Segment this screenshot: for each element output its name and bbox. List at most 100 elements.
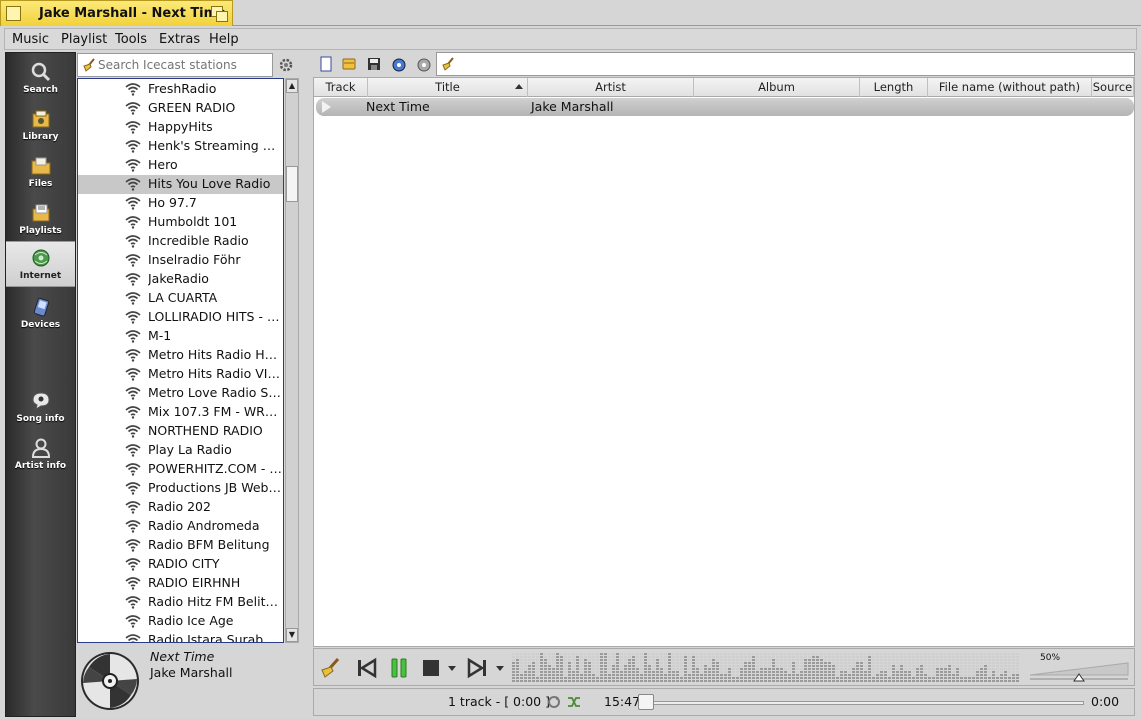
list-item[interactable]: Play La Radio <box>78 441 283 460</box>
sidebar-item-search[interactable]: Search <box>6 56 75 102</box>
playlist-filter-box[interactable] <box>436 52 1135 76</box>
stop-icon[interactable] <box>418 655 444 681</box>
list-item[interactable]: Metro Hits Radio HD -... <box>78 346 283 365</box>
shuffle-icon[interactable] <box>566 694 582 710</box>
list-item[interactable]: JakeRadio <box>78 270 283 289</box>
station-list[interactable]: FreshRadio GREEN RADIO HappyHits Henk's Str… <box>77 78 284 643</box>
analyzer-bar <box>576 677 579 679</box>
list-item[interactable]: Radio BFM Belitung <box>78 536 283 555</box>
save-playlist-icon[interactable] <box>365 55 383 73</box>
analyzer-bar <box>560 668 563 670</box>
sidebar-item-files[interactable]: Files <box>6 150 75 196</box>
playlist-disc-gray-icon[interactable] <box>415 55 433 73</box>
sidebar-item-song-info[interactable]: Song info <box>6 385 75 431</box>
next-track-icon[interactable] <box>464 655 490 681</box>
list-item[interactable]: RADIO CITY <box>78 555 283 574</box>
menu-extras[interactable]: Extras <box>159 32 200 47</box>
station-name: JakeRadio <box>148 271 209 286</box>
list-item[interactable]: Inselradio Föhr <box>78 251 283 270</box>
menu-tools[interactable]: Tools <box>115 32 147 47</box>
list-item[interactable]: POWERHITZ.COM - T... <box>78 460 283 479</box>
column-artist[interactable]: Artist <box>528 78 694 97</box>
previous-track-icon[interactable] <box>354 655 380 681</box>
stop-options-arrow-icon[interactable] <box>446 655 458 681</box>
list-item[interactable]: Radio Andromeda <box>78 517 283 536</box>
column-title[interactable]: Title <box>368 78 528 97</box>
scroll-down-arrow-icon[interactable]: ▼ <box>286 628 298 642</box>
sidebar-item-devices[interactable]: Devices <box>6 291 75 337</box>
now-playing-widget[interactable]: Next Time Jake Marshall <box>77 645 299 717</box>
column-track[interactable]: Track <box>314 78 368 97</box>
list-item[interactable]: Radio Istara Surabaya <box>78 631 283 642</box>
clear-playlist-broom-icon[interactable] <box>318 655 344 681</box>
scroll-up-arrow-icon[interactable]: ▲ <box>286 79 298 93</box>
list-item[interactable]: Humboldt 101 <box>78 213 283 232</box>
panel-splitter[interactable] <box>304 52 309 717</box>
column-album[interactable]: Album <box>694 78 860 97</box>
list-item[interactable]: FreshRadio <box>78 80 283 99</box>
column-filename[interactable]: File name (without path) <box>928 78 1092 97</box>
window-menu-icon[interactable] <box>6 6 21 21</box>
menu-music[interactable]: Music <box>12 32 49 47</box>
playlist-table[interactable]: Track Title Artist Album Length File nam… <box>313 77 1135 647</box>
sidebar-item-artist-info[interactable]: Artist info <box>6 432 75 478</box>
load-playlist-icon[interactable] <box>340 55 358 73</box>
list-item[interactable]: LA CUARTA <box>78 289 283 308</box>
list-item[interactable]: Mix 107.3 FM - WRQX <box>78 403 283 422</box>
analyzer-bar <box>912 680 915 682</box>
volume-slider[interactable]: 50% <box>1026 653 1132 683</box>
list-item[interactable]: Ho 97.7 <box>78 194 283 213</box>
settings-gear-icon[interactable] <box>277 56 295 74</box>
sidebar-item-playlists[interactable]: Playlists <box>6 197 75 243</box>
list-item[interactable]: Henk's Streaming Au... <box>78 137 283 156</box>
playlist-disc-icon[interactable] <box>390 55 408 73</box>
list-item[interactable]: Radio Ice Age <box>78 612 283 631</box>
spectrum-analyzer[interactable] <box>512 653 1020 683</box>
new-playlist-icon[interactable] <box>317 55 335 73</box>
column-length[interactable]: Length <box>860 78 928 97</box>
analyzer-bar <box>956 680 959 682</box>
sidebar-item-library[interactable]: Library <box>6 103 75 149</box>
analyzer-bar <box>936 656 939 658</box>
analyzer-bar <box>620 668 623 670</box>
list-item[interactable]: NORTHEND RADIO <box>78 422 283 441</box>
pause-icon[interactable] <box>386 655 412 681</box>
analyzer-bar <box>588 659 591 661</box>
list-item[interactable]: Incredible Radio <box>78 232 283 251</box>
column-source[interactable]: Source <box>1092 78 1134 97</box>
list-item[interactable]: Hits You Love Radio <box>78 175 283 194</box>
list-item[interactable]: Hero <box>78 156 283 175</box>
analyzer-bar <box>520 674 523 676</box>
list-item[interactable]: Radio 202 <box>78 498 283 517</box>
list-item[interactable]: Radio Hitz FM Belitung <box>78 593 283 612</box>
analyzer-bar <box>560 665 563 667</box>
sidebar-item-internet[interactable]: Internet <box>6 241 75 287</box>
analyzer-bar <box>528 680 531 682</box>
analyzer-bar <box>988 674 991 676</box>
table-row[interactable]: Next Time Jake Marshall <box>316 98 1134 116</box>
list-item[interactable]: Metro Hits Radio VIA ... <box>78 365 283 384</box>
list-item[interactable]: Metro Love Radio SD ... <box>78 384 283 403</box>
list-item[interactable]: M-1 <box>78 327 283 346</box>
station-list-scrollbar[interactable]: ▲ ▼ <box>285 78 299 643</box>
list-item[interactable]: RADIO EIRHNH <box>78 574 283 593</box>
maximize-icon[interactable] <box>211 6 228 22</box>
next-options-arrow-icon[interactable] <box>494 655 506 681</box>
station-name: RADIO CITY <box>148 556 220 571</box>
list-item[interactable]: HappyHits <box>78 118 283 137</box>
seek-bar[interactable] <box>640 701 1084 705</box>
seek-handle[interactable] <box>638 694 654 710</box>
window-title-tab[interactable]: Jake Marshall - Next Time <box>0 0 233 26</box>
clear-broom-icon[interactable] <box>81 57 97 73</box>
scroll-thumb[interactable] <box>286 166 298 202</box>
menu-playlist[interactable]: Playlist <box>61 32 107 47</box>
list-item[interactable]: Productions JB Webra... <box>78 479 283 498</box>
clear-filter-broom-icon[interactable] <box>440 56 456 72</box>
list-item[interactable]: GREEN RADIO <box>78 99 283 118</box>
analyzer-bar <box>768 668 771 670</box>
search-input[interactable] <box>98 56 270 74</box>
repeat-icon[interactable] <box>546 694 562 710</box>
list-item[interactable]: LOLLIRADIO HITS - To... <box>78 308 283 327</box>
analyzer-bar <box>996 668 999 670</box>
menu-help[interactable]: Help <box>209 32 239 47</box>
